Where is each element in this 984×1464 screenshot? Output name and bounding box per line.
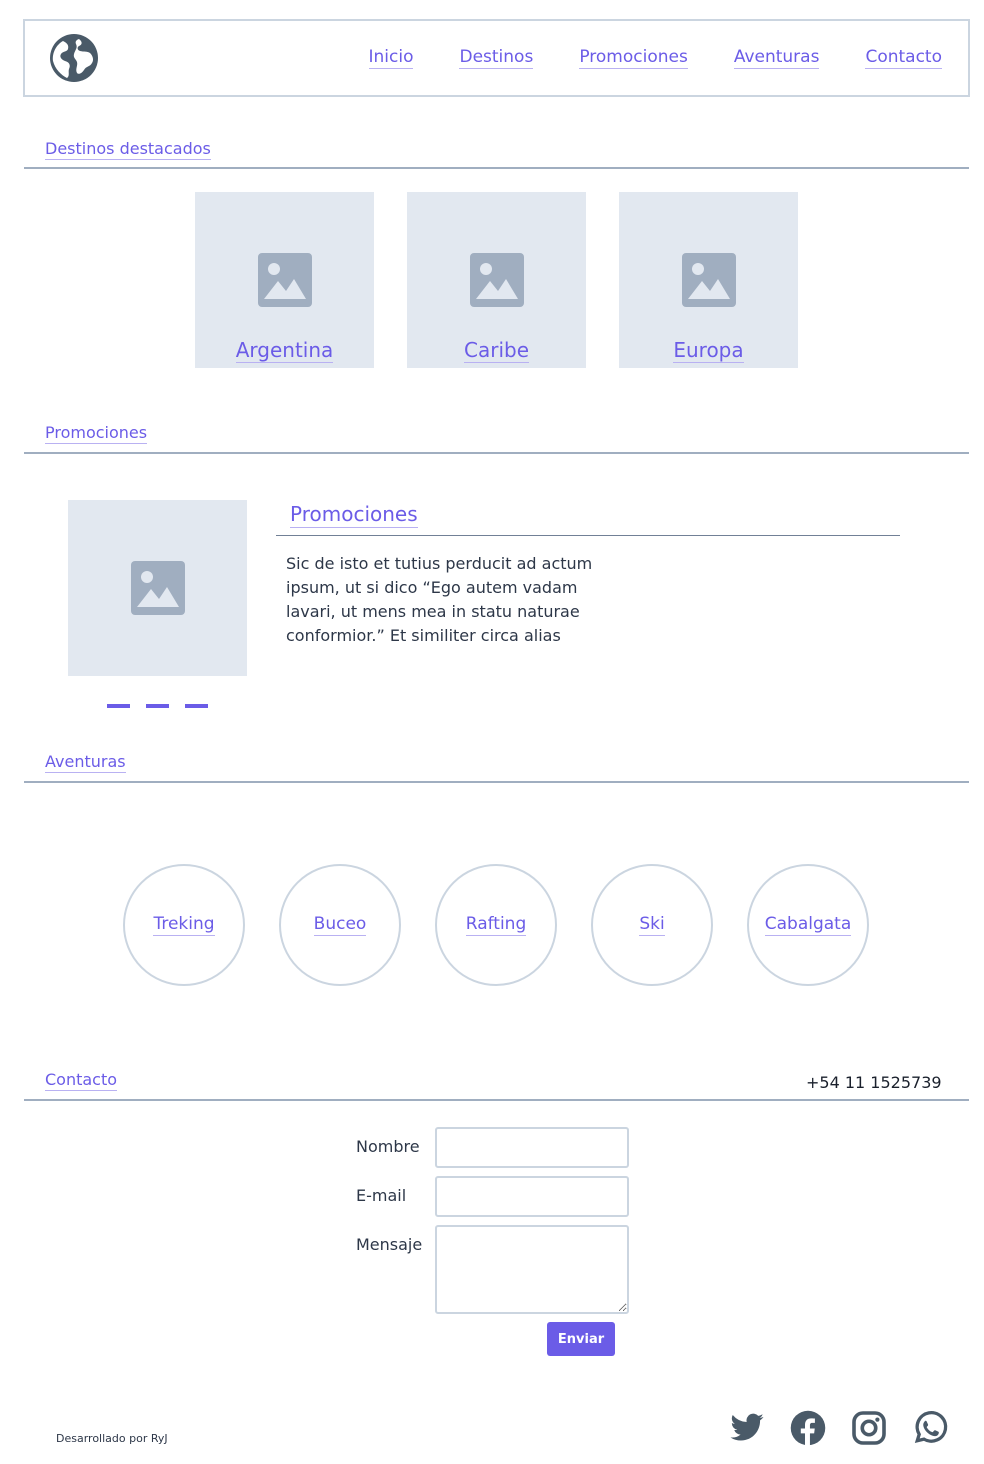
carousel-dot-2[interactable] — [146, 704, 169, 708]
name-label: Nombre — [356, 1137, 420, 1156]
promo-title[interactable]: Promociones — [290, 502, 418, 528]
image-placeholder-icon — [470, 253, 524, 307]
aventura-rafting[interactable]: Rafting — [435, 864, 557, 986]
footer-credit: Desarrollado por RyJ — [56, 1432, 168, 1445]
nav-promociones[interactable]: Promociones — [579, 47, 688, 69]
globe-icon[interactable] — [49, 33, 99, 83]
message-textarea[interactable] — [435, 1225, 629, 1314]
section-divider — [24, 1099, 969, 1101]
name-input[interactable] — [435, 1127, 629, 1168]
destino-card-label[interactable]: Europa — [673, 338, 744, 363]
submit-button[interactable]: Enviar — [547, 1322, 615, 1356]
facebook-icon[interactable] — [790, 1410, 826, 1446]
section-divider — [24, 781, 969, 783]
section-divider — [24, 452, 969, 454]
destino-card-label[interactable]: Caribe — [464, 338, 529, 363]
aventuras-heading[interactable]: Aventuras — [45, 752, 126, 773]
whatsapp-icon[interactable] — [912, 1410, 948, 1446]
destino-card-caribe[interactable]: Caribe — [407, 192, 586, 368]
aventura-cabalgata[interactable]: Cabalgata — [747, 864, 869, 986]
image-placeholder-icon — [682, 253, 736, 307]
destino-card-label[interactable]: Argentina — [235, 338, 334, 363]
destino-card-argentina[interactable]: Argentina — [195, 192, 374, 368]
email-input[interactable] — [435, 1176, 629, 1217]
promo-image — [68, 500, 247, 676]
email-label: E-mail — [356, 1186, 407, 1205]
aventura-label[interactable]: Cabalgata — [764, 914, 852, 936]
aventura-label[interactable]: Ski — [639, 914, 665, 936]
nav-aventuras[interactable]: Aventuras — [733, 47, 820, 69]
contact-phone: +54 11 1525739 — [806, 1073, 942, 1092]
site-header: Inicio Destinos Promociones Aventuras Co… — [23, 19, 970, 97]
carousel-dot-3[interactable] — [185, 704, 208, 708]
nav-inicio[interactable]: Inicio — [368, 47, 414, 69]
promo-text: Sic de isto et tutius perducit ad actum … — [286, 554, 593, 645]
image-placeholder-icon — [258, 253, 312, 307]
instagram-icon[interactable] — [851, 1410, 887, 1446]
destinos-heading[interactable]: Destinos destacados — [45, 139, 211, 160]
aventura-label[interactable]: Rafting — [465, 914, 527, 936]
section-divider — [24, 167, 969, 169]
aventura-buceo[interactable]: Buceo — [279, 864, 401, 986]
message-label: Mensaje — [356, 1235, 423, 1254]
nav-contacto[interactable]: Contacto — [865, 47, 942, 69]
aventura-ski[interactable]: Ski — [591, 864, 713, 986]
image-placeholder-icon — [131, 561, 185, 615]
contacto-heading[interactable]: Contacto — [45, 1070, 118, 1091]
aventura-label[interactable]: Treking — [153, 914, 215, 936]
carousel-dot-1[interactable] — [107, 704, 130, 708]
main-nav: Inicio Destinos Promociones Aventuras Co… — [368, 47, 942, 69]
promociones-heading[interactable]: Promociones — [45, 423, 148, 444]
twitter-icon[interactable] — [729, 1410, 765, 1446]
nav-destinos[interactable]: Destinos — [459, 47, 534, 69]
promo-divider — [276, 535, 900, 536]
aventura-label[interactable]: Buceo — [313, 914, 367, 936]
aventura-treking[interactable]: Treking — [123, 864, 245, 986]
destino-card-europa[interactable]: Europa — [619, 192, 798, 368]
